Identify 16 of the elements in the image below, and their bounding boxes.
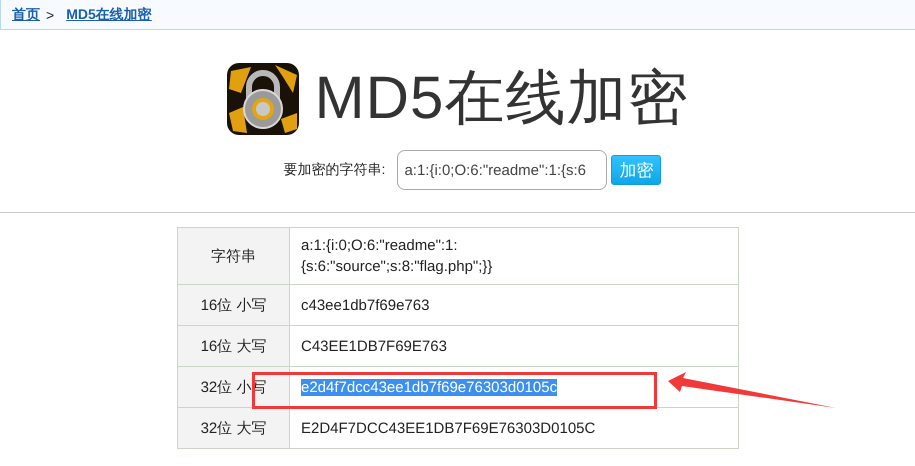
hash-value: a:1:{i:0;O:6:"readme":1: {s:6:"source";s:8:"flag.php";}}	[301, 237, 492, 275]
padlock-icon	[226, 62, 299, 134]
selected-hash-text: e2d4f7dcc43ee1db7f69e76303d0105c	[301, 378, 558, 396]
hash-value: c43ee1db7f69e763	[301, 296, 430, 314]
input-field[interactable]: a:1:{i:0;O:6:"readme":1:{s:6	[397, 150, 608, 190]
breadcrumb-separator: >	[46, 6, 54, 22]
row-label: 16位 大写	[178, 326, 290, 366]
input-label: 要加密的字符串:	[284, 161, 386, 179]
hash-value: E2D4F7DCC43EE1DB7F69E76303D0105C	[301, 420, 596, 436]
breadcrumb-link[interactable]: MD5在线加密	[66, 6, 152, 24]
breadcrumb-link[interactable]: 首页	[12, 6, 40, 24]
row-label: 字符串	[178, 228, 290, 284]
row-label: 32位 大写	[178, 408, 290, 448]
row-label: 16位 小写	[178, 284, 290, 326]
hash-value: C43EE1DB7F69E763	[301, 338, 447, 354]
page-title: MD5在线加密	[314, 63, 688, 133]
